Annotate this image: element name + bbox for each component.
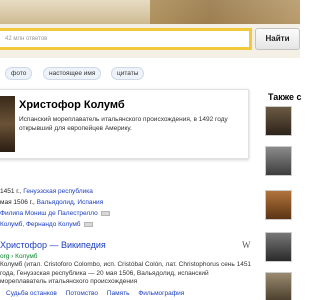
wiki-result-url[interactable]: org › Колумб	[0, 253, 38, 260]
entity-description: Испанский мореплаватель итальянского про…	[19, 116, 228, 132]
filter-chip-real-name[interactable]: настоящее имя	[43, 67, 102, 80]
related-people-title: Также с	[268, 92, 302, 102]
filter-chip-photo[interactable]: фото	[5, 67, 33, 80]
wikipedia-icon: W	[242, 240, 251, 250]
fact-death-date: мая 1506 г.,	[0, 199, 37, 206]
filter-chip-quotes[interactable]: цитаты	[111, 67, 145, 80]
wiki-sitelink[interactable]: Фильмография	[138, 290, 184, 297]
wiki-sitelink[interactable]: Память	[107, 290, 130, 297]
fact-children: Колумб, Фернандо Колумб	[0, 219, 250, 230]
search-input[interactable]: 42 млн ответов	[0, 28, 252, 50]
image-icon[interactable]	[100, 210, 110, 216]
fact-death: мая 1506 г., Вальядолид, Испания	[0, 197, 250, 208]
wiki-result-snippet: Колумб (итал. Cristoforo Colombo, исп. C…	[0, 261, 252, 285]
search-button[interactable]: Найти	[255, 28, 300, 50]
fact-children-link[interactable]: Колумб, Фернандо Колумб	[0, 221, 81, 228]
related-person-thumbnail[interactable]	[265, 146, 292, 176]
fact-birth-place-link[interactable]: Генуэзская республика	[23, 188, 93, 195]
related-person-thumbnail[interactable]	[265, 232, 292, 262]
fact-birth: 1451 г., Генуэзская республика	[0, 186, 250, 197]
fact-spouse-link[interactable]: Филипа Мониш де Палестрелло	[0, 210, 98, 217]
wiki-sitelinks: Судьба останков Потомство Память Фильмог…	[6, 290, 191, 297]
facts-list: 1451 г., Генуэзская республика мая 1506 …	[0, 186, 250, 230]
header-background-image	[150, 0, 300, 24]
entity-photo[interactable]	[0, 96, 15, 152]
wiki-result-title[interactable]: Христофор — Википедия	[0, 240, 106, 250]
wiki-sitelink[interactable]: Потомство	[66, 290, 98, 297]
fact-death-place-link[interactable]: Вальядолид, Испания	[37, 199, 104, 206]
wiki-sitelink[interactable]: Судьба останков	[6, 290, 57, 297]
related-person-thumbnail[interactable]	[265, 106, 292, 136]
header-background	[0, 0, 300, 24]
fact-birth-date: 1451 г.,	[0, 188, 24, 195]
related-person-thumbnail[interactable]	[265, 272, 292, 300]
entity-title: Христофор Колумб	[19, 99, 125, 111]
image-icon[interactable]	[83, 221, 93, 227]
entity-card: Христофор Колумб Испанский мореплаватель…	[0, 89, 249, 159]
related-person-thumbnail[interactable]	[265, 190, 292, 220]
fact-spouse: Филипа Мониш де Палестрелло	[0, 208, 250, 219]
